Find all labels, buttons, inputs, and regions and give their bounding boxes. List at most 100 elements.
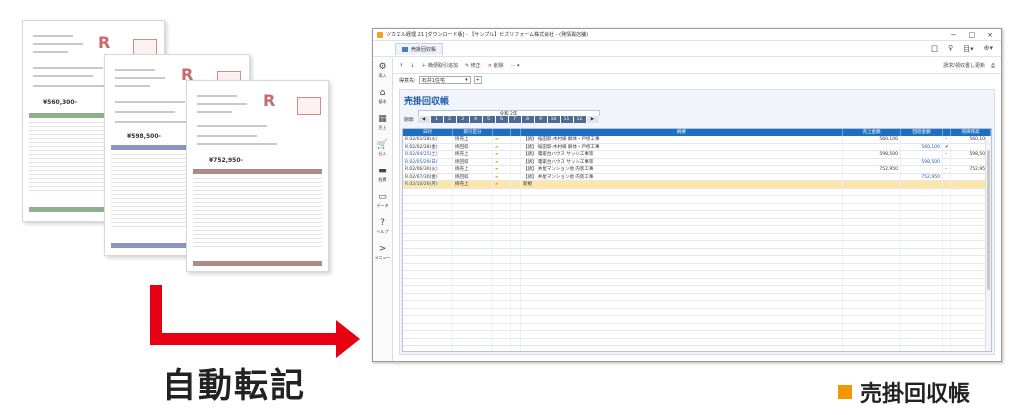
sidebar-item-setup[interactable]: ⚙ 導入 [373, 58, 392, 84]
empty-cell [453, 308, 493, 315]
empty-cell [521, 301, 843, 308]
empty-row [403, 308, 991, 316]
empty-cell [521, 256, 843, 263]
month-12[interactable]: 12 [573, 116, 587, 123]
row-sales [843, 173, 901, 180]
more-menu-button[interactable]: ··· ▾ [511, 63, 520, 69]
empty-cell [511, 241, 521, 248]
invoice-total: ¥560,300- [43, 99, 77, 106]
sidebar-item-sales[interactable]: ▦ 売上 [373, 110, 392, 136]
next-year-button[interactable]: ▶ [586, 116, 600, 123]
month-6[interactable]: 6 [495, 116, 509, 123]
table-row[interactable]: R.02/01/28(火) 掛売上 ▰ 【請】 桜田邸-木村様 解体・戸修工事 560,… [403, 136, 991, 144]
col-sales[interactable]: 売上金額 [843, 129, 901, 136]
empty-cell [403, 226, 453, 233]
table-row[interactable]: R.02/07/30(金) 掛回収 ▰ 【請】 井屋マンション他 内装工事 752,95… [403, 173, 991, 181]
table-row[interactable]: R.02/04/25(土) 掛売上 ▰ 【請】 電家台ハウス サッシ工事等 598,50… [403, 151, 991, 159]
month-8[interactable]: 8 [521, 116, 535, 123]
empty-row [403, 316, 991, 324]
row-kind: 掛回収 [453, 143, 493, 150]
update-invoice-button[interactable]: 請求/領収書し更新 [943, 62, 985, 69]
empty-cell [453, 338, 493, 345]
sidebar-item-menu[interactable]: > メニュー [373, 240, 392, 266]
table-row[interactable]: R.02/10/26(月) 掛売上 ▰ 新規 [403, 181, 991, 189]
empty-cell [943, 256, 951, 263]
month-5[interactable]: 5 [482, 116, 496, 123]
empty-cell [943, 316, 951, 323]
table-row[interactable]: R.02/02/28(金) 掛回収 ▰ 【請】 桜田邸-木村様 解体・戸修工事 560,… [403, 143, 991, 151]
table-row[interactable]: R.02/05/29(日) 掛回収 ▰ 【請】 電家台ハウス サッシ工事等 598,50… [403, 158, 991, 166]
row-date: R.02/10/26(月) [403, 181, 453, 188]
table-row[interactable]: R.02/06/30(火) 掛売上 ▰ 【請】 井屋マンション他 内装工事 752,95… [403, 166, 991, 174]
empty-cell [403, 331, 453, 338]
row-sales [843, 181, 901, 188]
pin-icon[interactable]: ♀ [948, 44, 953, 54]
empty-cell [521, 226, 843, 233]
cart-icon: 🛒 [376, 140, 389, 150]
empty-cell [453, 233, 493, 240]
empty-cell [403, 211, 453, 218]
empty-cell [493, 271, 511, 278]
month-2[interactable]: 2 [443, 116, 457, 123]
tab-accounts-receivable[interactable]: 売掛回収帳 [395, 42, 444, 55]
col-date[interactable]: 日付 [403, 129, 453, 136]
empty-cell [511, 346, 521, 351]
print-icon[interactable]: ⎙ [991, 63, 995, 69]
sidebar-item-expense[interactable]: ▬ 経費 [373, 162, 392, 188]
sidebar-item-basic[interactable]: ⌂ 基本 [373, 84, 392, 110]
month-11[interactable]: 11 [560, 116, 574, 123]
empty-cell [453, 331, 493, 338]
delete-button[interactable]: ✕ 削除 [488, 62, 504, 69]
col-memo[interactable]: 摘要 [521, 129, 843, 136]
sidebar-item-purchase[interactable]: 🛒 仕入 [373, 136, 392, 162]
folder-icon: ▰ [493, 166, 511, 173]
empty-cell [901, 316, 943, 323]
view-menu-icon[interactable]: 目▾ [963, 44, 974, 54]
row-sales: 598,500 [843, 151, 901, 158]
empty-cell [521, 271, 843, 278]
scroll-thumb[interactable] [987, 150, 990, 290]
move-up-button[interactable]: ↑ [399, 63, 403, 69]
maximize-button[interactable]: □ [969, 31, 976, 39]
chevron-down-icon: ▾ [465, 77, 468, 83]
vertical-scrollbar[interactable] [985, 136, 991, 351]
empty-cell [843, 271, 901, 278]
move-down-button[interactable]: ↓ [410, 63, 414, 69]
add-customer-button[interactable]: + [473, 76, 482, 84]
col-balance[interactable]: 売掛残高 [951, 129, 991, 136]
empty-cell [521, 263, 843, 270]
month-1[interactable]: 1 [430, 116, 444, 123]
row-kind: 掛売上 [453, 181, 493, 188]
add-entry-button[interactable]: ＋ 簡便取引追加 [421, 62, 458, 69]
edit-button[interactable]: ✎ 修正 [465, 62, 481, 69]
col-kind[interactable]: 取引区分 [453, 129, 493, 136]
customer-select[interactable]: 石井1住宅 ▾ [418, 76, 471, 84]
empty-cell [901, 196, 943, 203]
month-4[interactable]: 4 [469, 116, 483, 123]
empty-cell [511, 301, 521, 308]
sidebar-item-help[interactable]: ? ヘルプ [373, 214, 392, 240]
layout-icon[interactable]: 囗 [931, 44, 938, 54]
empty-cell [511, 188, 521, 195]
month-3[interactable]: 3 [456, 116, 470, 123]
empty-row [403, 293, 991, 301]
app-icon [377, 31, 383, 38]
tab-label: 売掛回収帳 [411, 46, 437, 53]
prev-year-button[interactable]: ◀ [417, 116, 431, 123]
col-flag [943, 129, 951, 136]
empty-cell [901, 263, 943, 270]
empty-row [403, 338, 991, 346]
close-button[interactable]: × [987, 31, 993, 39]
empty-row [403, 241, 991, 249]
arrow-shaft-horizontal [150, 333, 340, 345]
empty-cell [901, 308, 943, 315]
month-9[interactable]: 9 [534, 116, 548, 123]
sidebar-item-data[interactable]: ▭ データ [373, 188, 392, 214]
col-received[interactable]: 回収金額 [901, 129, 943, 136]
empty-cell [943, 203, 951, 210]
month-10[interactable]: 10 [547, 116, 561, 123]
minimize-button[interactable]: − [951, 31, 957, 39]
customer-filter: 得意先: 石井1住宅 ▾ + [399, 76, 482, 84]
month-7[interactable]: 7 [508, 116, 522, 123]
globe-menu-icon[interactable]: ⊕▾ [984, 44, 993, 54]
